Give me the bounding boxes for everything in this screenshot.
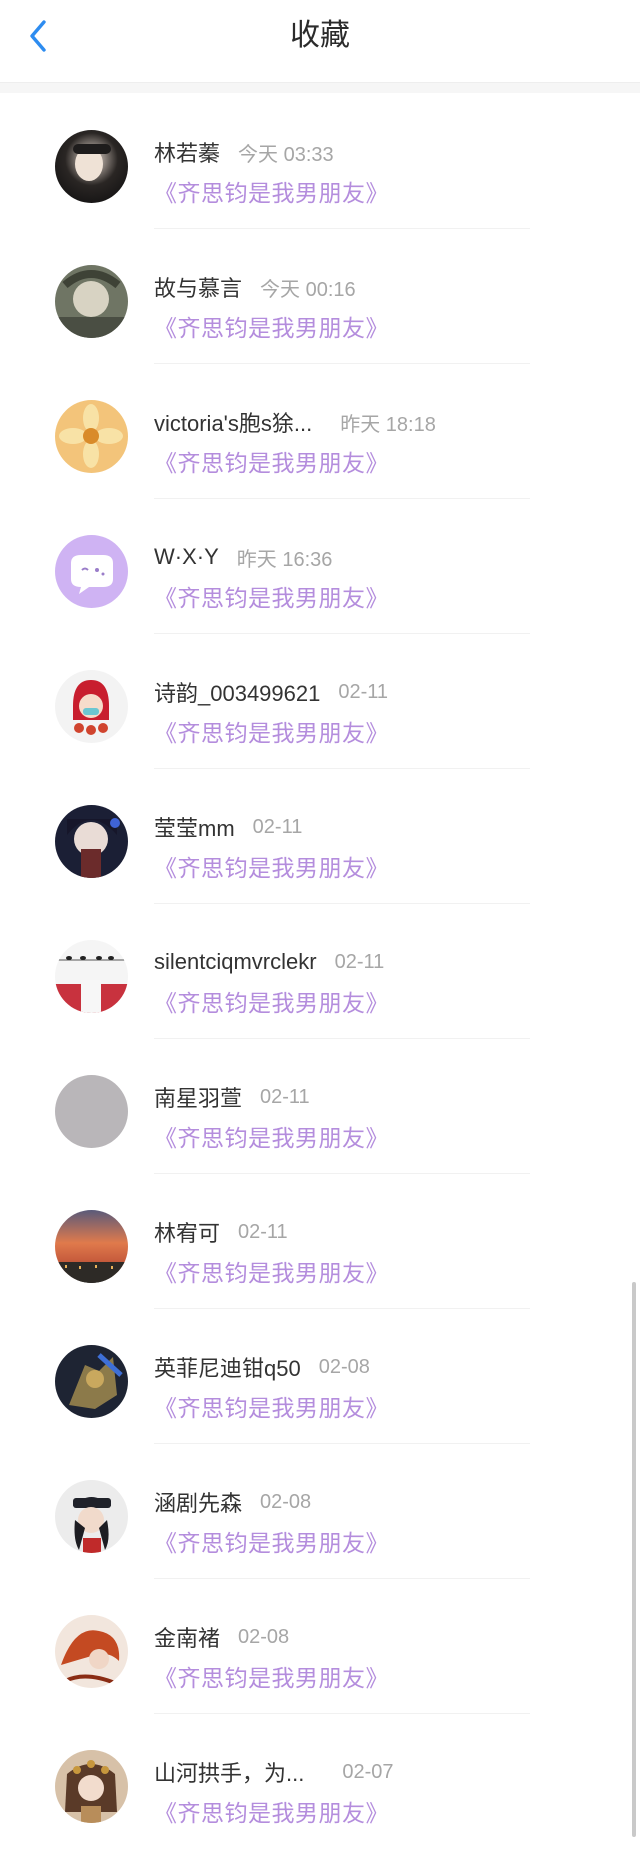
user-name: 故与慕言 [154,276,243,301]
user-name: victoria's胞s狳... [154,411,313,436]
book-title[interactable]: 《齐思钧是我男朋友》 [154,1119,389,1153]
book-title[interactable]: 《齐思钧是我男朋友》 [154,1794,389,1828]
avatar[interactable] [55,265,128,338]
avatar[interactable] [55,1345,128,1418]
list-item[interactable]: 故与慕言 今天 00:16 《齐思钧是我男朋友》 [0,229,640,364]
user-name: W·X·Y [154,544,219,569]
avatar[interactable] [55,400,128,473]
timestamp: 02-08 [318,1355,370,1378]
avatar[interactable] [55,940,128,1013]
book-title[interactable]: 《齐思钧是我男朋友》 [154,714,389,748]
user-name: 涵剧先森 [154,1491,243,1516]
list-item[interactable]: 金南褚 02-08 《齐思钧是我男朋友》 [0,1579,640,1714]
list-item[interactable]: 南星羽萱 02-11 《齐思钧是我男朋友》 [0,1039,640,1174]
favorites-list: 林若蓁 今天 03:33 《齐思钧是我男朋友》 故与慕言 今天 00:16 《齐… [0,94,640,1849]
book-title[interactable]: 《齐思钧是我男朋友》 [154,579,389,613]
avatar[interactable] [55,1075,128,1148]
list-item[interactable]: 涵剧先森 02-08 《齐思钧是我男朋友》 [0,1444,640,1579]
user-name: 金南褚 [154,1626,221,1651]
avatar[interactable] [55,1750,128,1823]
list-item[interactable]: 莹莹mm 02-11 《齐思钧是我男朋友》 [0,769,640,904]
timestamp: 02-11 [260,1085,310,1108]
avatar[interactable] [55,535,128,608]
user-name: silentciqmvrclekr [154,949,317,974]
scrollbar[interactable] [632,1282,636,1837]
book-title[interactable]: 《齐思钧是我男朋友》 [154,1524,389,1558]
list-item[interactable]: 林若蓁 今天 03:33 《齐思钧是我男朋友》 [0,94,640,229]
list-item[interactable]: 林宥可 02-11 《齐思钧是我男朋友》 [0,1174,640,1309]
avatar[interactable] [55,670,128,743]
user-name: 莹莹mm [154,816,235,841]
timestamp: 昨天 16:36 [236,548,333,571]
book-title[interactable]: 《齐思钧是我男朋友》 [154,309,389,343]
list-item[interactable]: 山河拱手，为... 02-07 《齐思钧是我男朋友》 [0,1714,640,1849]
avatar[interactable] [55,130,128,203]
timestamp: 02-11 [334,950,385,973]
timestamp: 02-08 [238,1625,290,1648]
timestamp: 02-07 [342,1760,394,1783]
avatar[interactable] [55,1480,128,1553]
book-title[interactable]: 《齐思钧是我男朋友》 [154,444,389,478]
timestamp: 02-11 [252,815,303,838]
avatar[interactable] [55,1615,128,1688]
list-item[interactable]: W·X·Y 昨天 16:36 《齐思钧是我男朋友》 [0,499,640,634]
book-title[interactable]: 《齐思钧是我男朋友》 [154,174,389,208]
user-name: 南星羽萱 [154,1086,243,1111]
book-title[interactable]: 《齐思钧是我男朋友》 [154,1254,389,1288]
timestamp: 02-11 [338,680,389,703]
timestamp: 今天 00:16 [260,278,356,301]
page-title: 收藏 [290,19,350,52]
user-name: 诗韵_003499621 [154,681,321,706]
timestamp: 今天 03:33 [238,143,334,166]
timestamp: 昨天 18:18 [340,413,436,436]
avatar[interactable] [55,805,128,878]
book-title[interactable]: 《齐思钧是我男朋友》 [154,849,389,883]
timestamp: 02-08 [260,1490,312,1513]
timestamp: 02-11 [238,1220,288,1243]
book-title[interactable]: 《齐思钧是我男朋友》 [154,984,389,1018]
user-name: 山河拱手，为... [154,1761,305,1786]
list-item[interactable]: 诗韵_003499621 02-11 《齐思钧是我男朋友》 [0,634,640,769]
user-name: 林若蓁 [154,141,221,166]
user-name: 林宥可 [154,1221,221,1246]
book-title[interactable]: 《齐思钧是我男朋友》 [154,1389,389,1423]
header-divider [0,83,640,93]
book-title[interactable]: 《齐思钧是我男朋友》 [154,1659,389,1693]
list-item[interactable]: victoria's胞s狳... 昨天 18:18 《齐思钧是我男朋友》 [0,364,640,499]
top-bar: 收藏 [0,0,640,83]
user-name: 英菲尼迪钳q50 [154,1356,301,1381]
list-item[interactable]: 英菲尼迪钳q50 02-08 《齐思钧是我男朋友》 [0,1309,640,1444]
avatar[interactable] [55,1210,128,1283]
list-item[interactable]: silentciqmvrclekr 02-11 《齐思钧是我男朋友》 [0,904,640,1039]
